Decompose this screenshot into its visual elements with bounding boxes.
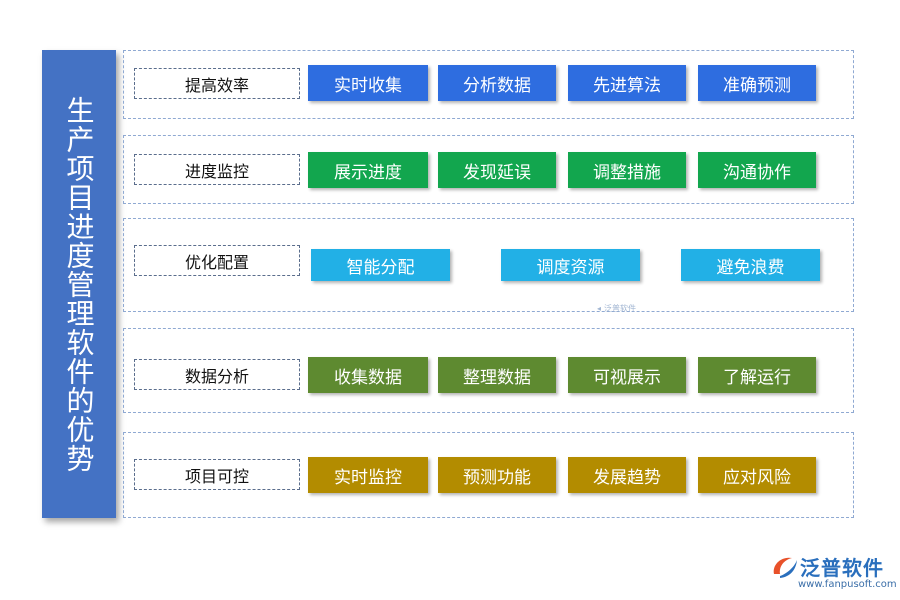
category-label: 提高效率 <box>134 68 300 99</box>
title-banner: 生产项目进度管理软件的优势 <box>42 50 116 518</box>
category-label: 项目可控 <box>134 459 300 490</box>
benefit-tag: 调度资源 <box>501 249 640 281</box>
watermark-logo-icon: ◂ <box>597 304 602 313</box>
category-label: 数据分析 <box>134 359 300 390</box>
benefit-tag: 可视展示 <box>568 357 686 393</box>
benefit-tag: 分析数据 <box>438 65 556 101</box>
watermark-text: 泛普软件 <box>604 304 637 313</box>
brand-logo: 泛普软件 www.fanpusoft.com <box>770 552 897 596</box>
advantage-row: 项目可控 实时监控 预测功能 发展趋势 应对风险 <box>123 432 854 518</box>
benefit-tag: 沟通协作 <box>698 152 816 188</box>
benefit-tag: 实时收集 <box>308 65 428 101</box>
benefit-tag: 先进算法 <box>568 65 686 101</box>
category-label: 优化配置 <box>134 245 300 276</box>
benefit-tag: 准确预测 <box>698 65 816 101</box>
benefit-tag: 智能分配 <box>311 249 450 281</box>
benefit-tag: 实时监控 <box>308 457 428 493</box>
benefit-tag: 展示进度 <box>308 152 428 188</box>
benefit-tag: 了解运行 <box>698 357 816 393</box>
benefit-tag: 收集数据 <box>308 357 428 393</box>
benefit-tag: 发现延误 <box>438 152 556 188</box>
advantage-row: 数据分析 收集数据 整理数据 可视展示 了解运行 <box>123 328 854 413</box>
benefit-tag: 避免浪费 <box>681 249 820 281</box>
advantage-row: 进度监控 展示进度 发现延误 调整措施 沟通协作 <box>123 135 854 204</box>
watermark: ◂ 泛普软件 <box>597 303 636 314</box>
fanpu-logo-icon <box>773 557 797 578</box>
advantage-row: 优化配置 智能分配 调度资源 避免浪费 <box>123 218 854 312</box>
diagram-title: 生产项目进度管理软件的优势 <box>62 95 96 473</box>
advantage-row: 提高效率 实时收集 分析数据 先进算法 准确预测 <box>123 50 854 119</box>
benefit-tag: 调整措施 <box>568 152 686 188</box>
logo-url: www.fanpusoft.com <box>798 579 897 590</box>
category-label: 进度监控 <box>134 154 300 185</box>
benefit-tag: 整理数据 <box>438 357 556 393</box>
benefit-tag: 发展趋势 <box>568 457 686 493</box>
benefit-tag: 应对风险 <box>698 457 816 493</box>
benefit-tag: 预测功能 <box>438 457 556 493</box>
logo-name: 泛普软件 <box>800 556 884 580</box>
